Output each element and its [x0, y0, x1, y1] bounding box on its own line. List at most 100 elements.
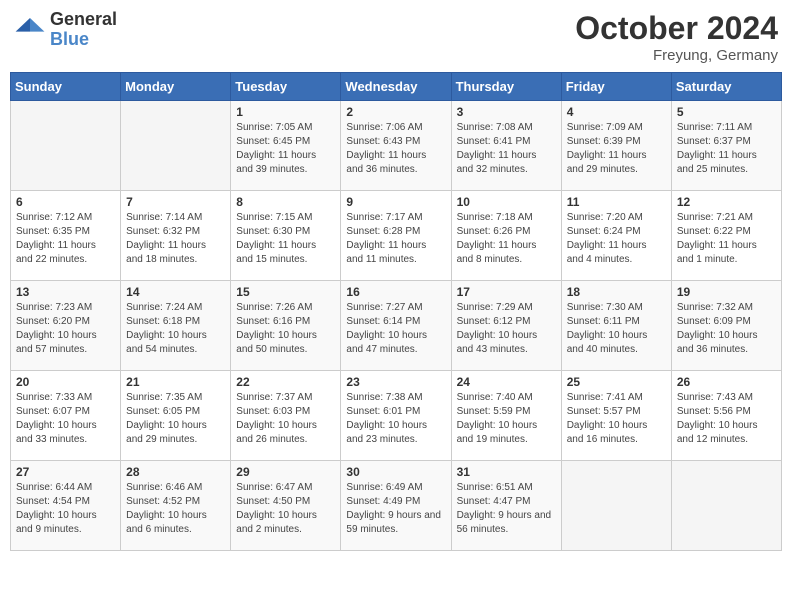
day-number: 3 — [457, 105, 556, 119]
day-number: 4 — [567, 105, 666, 119]
day-info: Sunrise: 6:49 AMSunset: 4:49 PMDaylight:… — [346, 481, 445, 537]
day-info: Sunrise: 6:44 AMSunset: 4:54 PMDaylight:… — [16, 481, 115, 537]
calendar-header-row: Sunday Monday Tuesday Wednesday Thursday… — [11, 73, 782, 101]
day-info: Sunrise: 7:17 AMSunset: 6:28 PMDaylight:… — [346, 211, 445, 267]
table-row — [121, 101, 231, 191]
day-number: 25 — [567, 375, 666, 389]
day-number: 14 — [126, 285, 225, 299]
day-number: 8 — [236, 195, 335, 209]
day-number: 11 — [567, 195, 666, 209]
day-number: 22 — [236, 375, 335, 389]
day-number: 23 — [346, 375, 445, 389]
day-info: Sunrise: 7:08 AMSunset: 6:41 PMDaylight:… — [457, 121, 556, 177]
day-info: Sunrise: 7:35 AMSunset: 6:05 PMDaylight:… — [126, 391, 225, 447]
table-row: 28Sunrise: 6:46 AMSunset: 4:52 PMDayligh… — [121, 461, 231, 551]
calendar-week-row: 13 Sunrise: 7:23 AMSunset: 6:20 PMDayligh… — [11, 281, 782, 371]
day-info: Sunrise: 7:37 AMSunset: 6:03 PMDaylight:… — [236, 391, 335, 447]
day-info: Sunrise: 7:30 AMSunset: 6:11 PMDaylight:… — [567, 301, 666, 357]
table-row: 26 Sunrise: 7:43 AMSunset: 5:56 PMDayligh… — [671, 371, 781, 461]
day-info: Sunrise: 7:09 AMSunset: 6:39 PMDaylight:… — [567, 121, 666, 177]
table-row: 3 Sunrise: 7:08 AMSunset: 6:41 PMDaylight… — [451, 101, 561, 191]
table-row: 25 Sunrise: 7:41 AMSunset: 5:57 PMDayligh… — [561, 371, 671, 461]
day-info: Sunrise: 7:15 AMSunset: 6:30 PMDaylight:… — [236, 211, 335, 267]
logo-icon — [14, 14, 46, 46]
day-info: Sunrise: 7:06 AMSunset: 6:43 PMDaylight:… — [346, 121, 445, 177]
table-row: 31Sunrise: 6:51 AMSunset: 4:47 PMDayligh… — [451, 461, 561, 551]
table-row — [561, 461, 671, 551]
table-row — [671, 461, 781, 551]
logo-blue: Blue — [50, 30, 117, 50]
table-row: 4 Sunrise: 7:09 AMSunset: 6:39 PMDaylight… — [561, 101, 671, 191]
logo: General Blue — [14, 10, 117, 50]
day-info: Sunrise: 7:18 AMSunset: 6:26 PMDaylight:… — [457, 211, 556, 267]
title-block: October 2024 Freyung, Germany — [575, 10, 778, 64]
day-number: 5 — [677, 105, 776, 119]
col-saturday: Saturday — [671, 73, 781, 101]
day-info: Sunrise: 6:47 AMSunset: 4:50 PMDaylight:… — [236, 481, 335, 537]
table-row: 30 Sunrise: 6:49 AMSunset: 4:49 PMDayligh… — [341, 461, 451, 551]
day-info: Sunrise: 7:05 AMSunset: 6:45 PMDaylight:… — [236, 121, 335, 177]
table-row: 21Sunrise: 7:35 AMSunset: 6:05 PMDayligh… — [121, 371, 231, 461]
day-info: Sunrise: 7:40 AMSunset: 5:59 PMDaylight:… — [457, 391, 556, 447]
day-info: Sunrise: 7:26 AMSunset: 6:16 PMDaylight:… — [236, 301, 335, 357]
table-row: 17 Sunrise: 7:29 AMSunset: 6:12 PMDayligh… — [451, 281, 561, 371]
day-info: Sunrise: 6:51 AMSunset: 4:47 PMDaylight:… — [457, 481, 556, 537]
table-row: 1 Sunrise: 7:05 AMSunset: 6:45 PMDaylight… — [231, 101, 341, 191]
day-info: Sunrise: 7:43 AMSunset: 5:56 PMDaylight:… — [677, 391, 776, 447]
day-info: Sunrise: 7:32 AMSunset: 6:09 PMDaylight:… — [677, 301, 776, 357]
day-info: Sunrise: 7:23 AMSunset: 6:20 PMDaylight:… — [16, 301, 115, 357]
table-row: 6 Sunrise: 7:12 AMSunset: 6:35 PMDaylight… — [11, 191, 121, 281]
col-friday: Friday — [561, 73, 671, 101]
calendar-week-row: 1 Sunrise: 7:05 AMSunset: 6:45 PMDaylight… — [11, 101, 782, 191]
table-row: 16 Sunrise: 7:27 AMSunset: 6:14 PMDayligh… — [341, 281, 451, 371]
day-info: Sunrise: 7:20 AMSunset: 6:24 PMDaylight:… — [567, 211, 666, 267]
table-row: 7 Sunrise: 7:14 AMSunset: 6:32 PMDaylight… — [121, 191, 231, 281]
table-row: 14Sunrise: 7:24 AMSunset: 6:18 PMDayligh… — [121, 281, 231, 371]
table-row: 27 Sunrise: 6:44 AMSunset: 4:54 PMDayligh… — [11, 461, 121, 551]
day-number: 9 — [346, 195, 445, 209]
day-number: 17 — [457, 285, 556, 299]
table-row: 10 Sunrise: 7:18 AMSunset: 6:26 PMDayligh… — [451, 191, 561, 281]
calendar-week-row: 20Sunrise: 7:33 AMSunset: 6:07 PMDayligh… — [11, 371, 782, 461]
day-number: 29 — [236, 465, 335, 479]
day-info: Sunrise: 7:12 AMSunset: 6:35 PMDaylight:… — [16, 211, 115, 267]
page-header: General Blue October 2024 Freyung, Germa… — [10, 10, 782, 64]
day-number: 16 — [346, 285, 445, 299]
col-thursday: Thursday — [451, 73, 561, 101]
day-number: 28 — [126, 465, 225, 479]
col-wednesday: Wednesday — [341, 73, 451, 101]
table-row: 23 Sunrise: 7:38 AMSunset: 6:01 PMDayligh… — [341, 371, 451, 461]
calendar-week-row: 27 Sunrise: 6:44 AMSunset: 4:54 PMDayligh… — [11, 461, 782, 551]
day-info: Sunrise: 7:29 AMSunset: 6:12 PMDaylight:… — [457, 301, 556, 357]
day-number: 27 — [16, 465, 115, 479]
table-row: 20Sunrise: 7:33 AMSunset: 6:07 PMDayligh… — [11, 371, 121, 461]
day-number: 19 — [677, 285, 776, 299]
day-number: 24 — [457, 375, 556, 389]
logo-general: General — [50, 10, 117, 30]
table-row: 5Sunrise: 7:11 AMSunset: 6:37 PMDaylight… — [671, 101, 781, 191]
day-info: Sunrise: 7:38 AMSunset: 6:01 PMDaylight:… — [346, 391, 445, 447]
day-info: Sunrise: 7:14 AMSunset: 6:32 PMDaylight:… — [126, 211, 225, 267]
day-number: 10 — [457, 195, 556, 209]
day-number: 15 — [236, 285, 335, 299]
col-sunday: Sunday — [11, 73, 121, 101]
table-row: 29 Sunrise: 6:47 AMSunset: 4:50 PMDayligh… — [231, 461, 341, 551]
day-number: 13 — [16, 285, 115, 299]
day-number: 12 — [677, 195, 776, 209]
day-number: 30 — [346, 465, 445, 479]
day-info: Sunrise: 7:27 AMSunset: 6:14 PMDaylight:… — [346, 301, 445, 357]
day-number: 26 — [677, 375, 776, 389]
day-number: 7 — [126, 195, 225, 209]
table-row: 19 Sunrise: 7:32 AMSunset: 6:09 PMDayligh… — [671, 281, 781, 371]
col-monday: Monday — [121, 73, 231, 101]
logo-text: General Blue — [50, 10, 117, 50]
day-number: 6 — [16, 195, 115, 209]
location-label: Freyung, Germany — [575, 47, 778, 64]
table-row: 12Sunrise: 7:21 AMSunset: 6:22 PMDayligh… — [671, 191, 781, 281]
calendar-week-row: 6 Sunrise: 7:12 AMSunset: 6:35 PMDaylight… — [11, 191, 782, 281]
table-row: 11 Sunrise: 7:20 AMSunset: 6:24 PMDayligh… — [561, 191, 671, 281]
day-info: Sunrise: 7:33 AMSunset: 6:07 PMDaylight:… — [16, 391, 115, 447]
day-number: 1 — [236, 105, 335, 119]
day-info: Sunrise: 7:41 AMSunset: 5:57 PMDaylight:… — [567, 391, 666, 447]
month-year-title: October 2024 — [575, 10, 778, 47]
